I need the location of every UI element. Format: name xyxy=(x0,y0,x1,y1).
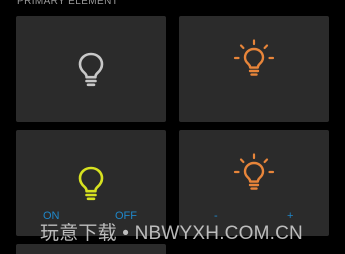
watermark: 玩意下载 • NBWYXH.COM.CN xyxy=(40,223,303,244)
lightbulb-glow-icon xyxy=(233,153,275,190)
on-button[interactable]: ON xyxy=(43,210,60,222)
off-button[interactable]: OFF xyxy=(115,210,137,222)
light-tile-2[interactable] xyxy=(179,16,329,122)
lightbulb-icon xyxy=(78,52,104,87)
light-tile-1[interactable] xyxy=(16,16,166,122)
light-tile-4[interactable]: - + xyxy=(179,130,329,236)
lightbulb-glow-icon xyxy=(233,39,275,76)
lightbulb-icon xyxy=(78,166,104,201)
section-title: PRIMARY ELEMENT xyxy=(17,0,119,7)
light-tile-3[interactable]: ON OFF xyxy=(16,130,166,236)
screen: PRIMARY ELEMENT ON OFF - + 玩意下载 • NBWYXH… xyxy=(0,0,345,254)
dim-up-button[interactable]: + xyxy=(287,210,293,222)
dim-down-button[interactable]: - xyxy=(214,210,218,222)
